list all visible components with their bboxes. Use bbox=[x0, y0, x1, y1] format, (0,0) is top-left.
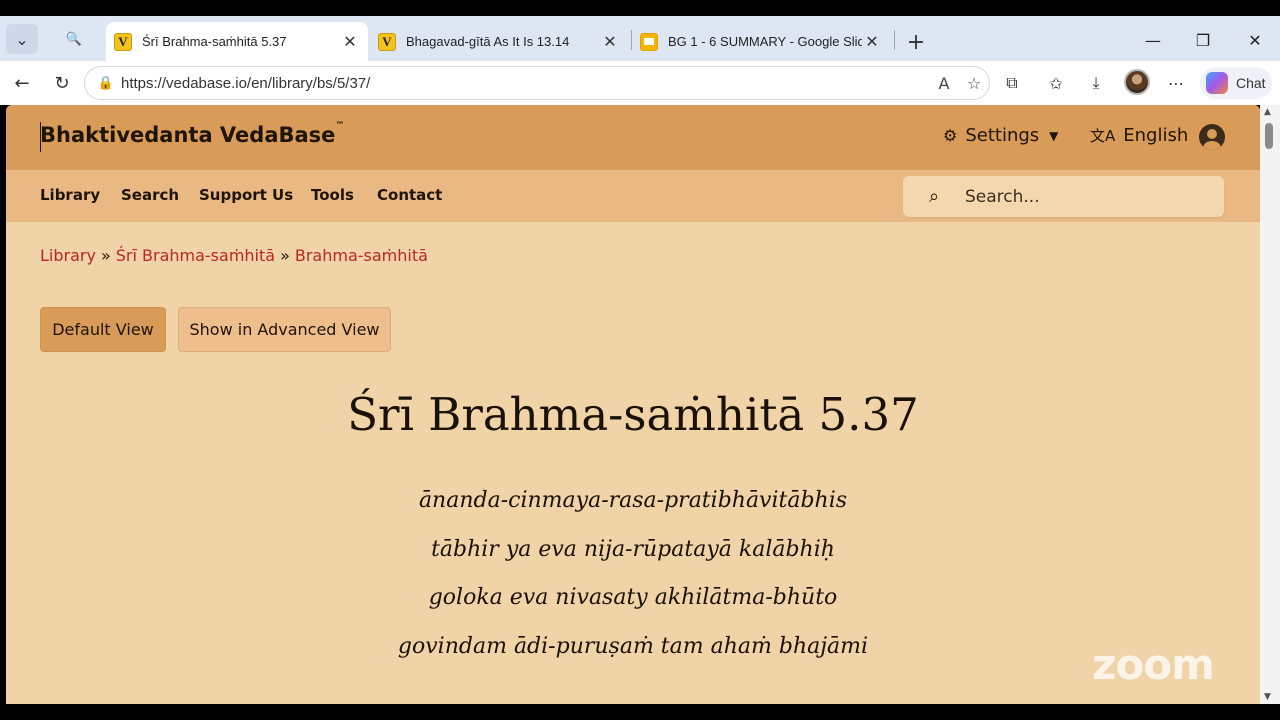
brand-text: Bhaktivedanta VedaBase bbox=[40, 123, 336, 147]
more-menu-button[interactable]: ⋯ bbox=[1162, 69, 1190, 97]
browser-tab-strip: ⌄ 🔍 V Śrī Brahma-saṁhitā 5.37 ✕ V Bhagav… bbox=[0, 16, 1280, 61]
minimize-button[interactable]: — bbox=[1138, 28, 1168, 52]
profile-avatar[interactable] bbox=[1124, 69, 1150, 95]
default-view-button[interactable]: Default View bbox=[40, 307, 166, 352]
screen-top-border bbox=[0, 0, 1280, 16]
site-header: Bhaktivedanta VedaBase™ ⚙ Settings ▼ 文A … bbox=[6, 105, 1260, 170]
breadcrumb-separator: » bbox=[280, 246, 290, 265]
nav-support-us[interactable]: Support Us bbox=[199, 186, 293, 204]
plus-icon: + bbox=[906, 29, 926, 55]
tab-title: Śrī Brahma-saṁhitā 5.37 bbox=[142, 34, 287, 49]
tab-title: BG 1 - 6 SUMMARY - Google Slides bbox=[668, 34, 862, 49]
settings-dropdown[interactable]: ⚙ Settings ▼ bbox=[943, 125, 1058, 146]
read-aloud-icon[interactable]: A bbox=[929, 74, 959, 93]
language-label: English bbox=[1123, 125, 1189, 146]
tab-divider bbox=[894, 30, 895, 50]
restore-icon: ❐ bbox=[1195, 30, 1211, 50]
verse-line: ānanda-cinmaya-rasa-pratibhāvitābhis bbox=[418, 488, 848, 513]
download-icon: ⤓ bbox=[1092, 73, 1100, 92]
user-account-icon[interactable] bbox=[1199, 124, 1225, 150]
nav-search[interactable]: Search bbox=[121, 186, 179, 204]
breadcrumb-library[interactable]: Library bbox=[40, 246, 96, 265]
close-icon: ✕ bbox=[1248, 30, 1262, 50]
url-text[interactable]: https://vedabase.io/en/library/bs/5/37/ bbox=[121, 75, 929, 92]
scrollbar-thumb[interactable] bbox=[1265, 123, 1273, 149]
browser-tab-1[interactable]: V Śrī Brahma-saṁhitā 5.37 ✕ bbox=[106, 22, 368, 61]
search-input[interactable] bbox=[965, 186, 1205, 207]
chevron-down-icon: ▼ bbox=[1049, 128, 1059, 143]
breadcrumb-separator: » bbox=[100, 246, 111, 265]
extensions-button[interactable]: ⧉ bbox=[998, 69, 1026, 97]
browser-tab-3[interactable]: BG 1 - 6 SUMMARY - Google Slides ✕ bbox=[632, 22, 890, 61]
verse-line: govindam ādi-puruṣaṁ tam ahaṁ bhajāmi bbox=[397, 633, 869, 659]
scroll-down-arrow-icon[interactable]: ▼ bbox=[1264, 692, 1271, 702]
chat-label: Chat bbox=[1236, 75, 1266, 91]
arrow-left-icon: ← bbox=[14, 72, 30, 94]
breadcrumb-book[interactable]: Śrī Brahma-saṁhitā bbox=[116, 246, 275, 265]
lock-icon[interactable]: 🔒 bbox=[91, 76, 121, 91]
close-tab-icon[interactable]: ✕ bbox=[862, 32, 882, 52]
page-scrollbar[interactable]: ▲ ▼ bbox=[1260, 105, 1280, 704]
favorites-button[interactable]: ✩ bbox=[1042, 69, 1070, 97]
restore-button[interactable]: ❐ bbox=[1188, 28, 1218, 52]
back-button[interactable]: ← bbox=[8, 69, 36, 97]
search-icon: ⌕ bbox=[928, 186, 940, 207]
verse-text: ānanda-cinmaya-rasa-pratibhāvitābhis tāb… bbox=[6, 485, 1260, 679]
search-icon: 🔍 bbox=[65, 31, 83, 47]
minimize-icon: — bbox=[1145, 30, 1161, 50]
nav-contact[interactable]: Contact bbox=[377, 186, 442, 204]
verse-line: goloka eva nivasaty akhilātma-bhūto bbox=[428, 585, 838, 610]
scroll-up-arrow-icon[interactable]: ▲ bbox=[1264, 107, 1271, 117]
tab-title: Bhagavad-gītā As It Is 13.14 bbox=[406, 34, 570, 49]
nav-tools[interactable]: Tools bbox=[311, 186, 354, 204]
tab-actions-menu-button[interactable]: ⌄ bbox=[6, 24, 38, 54]
page-viewport: Bhaktivedanta VedaBase™ ⚙ Settings ▼ 文A … bbox=[6, 105, 1260, 704]
copilot-icon bbox=[1206, 72, 1228, 94]
reload-button[interactable]: ↻ bbox=[48, 69, 76, 97]
chevron-down-icon: ⌄ bbox=[15, 29, 29, 49]
breadcrumb: Library» Śrī Brahma-saṁhitā» Brahma-saṁhit… bbox=[40, 246, 428, 265]
translate-icon: 文A bbox=[1090, 127, 1116, 145]
site-navigation: Library Search Support Us Tools Contact … bbox=[6, 170, 1260, 222]
reload-icon: ↻ bbox=[54, 72, 70, 94]
browser-tab-2[interactable]: V Bhagavad-gītā As It Is 13.14 ✕ bbox=[370, 22, 628, 61]
nav-library[interactable]: Library bbox=[40, 186, 100, 204]
puzzle-icon: ⧉ bbox=[1006, 73, 1018, 92]
trademark-mark: ™ bbox=[335, 121, 345, 131]
zoom-watermark: zoom bbox=[1092, 640, 1215, 689]
favorites-icon: ✩ bbox=[1049, 73, 1063, 93]
copilot-chat-button[interactable]: Chat bbox=[1200, 67, 1272, 99]
breadcrumb-chapter[interactable]: Brahma-saṁhitā bbox=[295, 246, 428, 265]
new-tab-button[interactable]: + bbox=[902, 28, 930, 56]
language-selector[interactable]: 文A English bbox=[1090, 125, 1188, 146]
address-bar[interactable]: 🔒 https://vedabase.io/en/library/bs/5/37… bbox=[84, 66, 990, 100]
tab-search-button[interactable]: 🔍 bbox=[58, 24, 90, 54]
settings-label: Settings bbox=[965, 125, 1040, 146]
downloads-button[interactable]: ⤓ bbox=[1082, 69, 1110, 97]
slides-icon bbox=[640, 32, 658, 51]
site-search-box[interactable]: ⌕ bbox=[903, 176, 1224, 217]
screen-bottom-border bbox=[0, 704, 1280, 720]
vedabase-favicon-icon: V bbox=[378, 32, 396, 51]
gear-icon: ⚙ bbox=[943, 126, 958, 145]
verse-title: Śrī Brahma-saṁhitā 5.37 bbox=[347, 388, 919, 441]
favorite-star-icon[interactable]: ☆ bbox=[959, 74, 989, 93]
close-tab-icon[interactable]: ✕ bbox=[340, 32, 360, 52]
close-window-button[interactable]: ✕ bbox=[1240, 28, 1270, 52]
browser-toolbar: ← ↻ 🔒 https://vedabase.io/en/library/bs/… bbox=[0, 61, 1280, 105]
close-tab-icon[interactable]: ✕ bbox=[600, 32, 620, 52]
more-dots-icon: ⋯ bbox=[1168, 73, 1184, 93]
vedabase-favicon-icon: V bbox=[114, 32, 132, 51]
verse-line: tābhir ya eva nija-rūpatayā kalābhiḥ bbox=[431, 536, 835, 562]
advanced-view-button[interactable]: Show in Advanced View bbox=[178, 307, 391, 352]
site-brand-link[interactable]: Bhaktivedanta VedaBase™ bbox=[40, 121, 345, 147]
